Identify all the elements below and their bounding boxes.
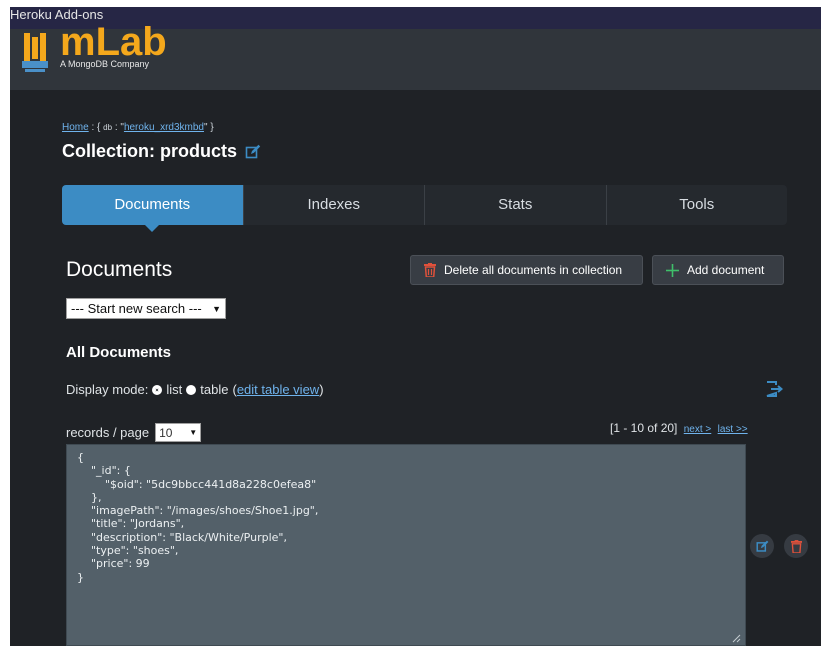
- display-mode-label: Display mode:: [66, 382, 149, 397]
- chevron-down-icon: ▼: [189, 428, 198, 437]
- delete-all-button[interactable]: Delete all documents in collection: [410, 255, 643, 285]
- pagination-last-link[interactable]: last >>: [718, 424, 748, 435]
- add-document-button[interactable]: Add document: [652, 255, 784, 285]
- mlab-logo-icon: [22, 33, 48, 72]
- delete-document-button[interactable]: [784, 534, 808, 558]
- tab-indexes[interactable]: Indexes: [244, 185, 425, 225]
- edit-icon: [755, 540, 768, 552]
- radio-table-label[interactable]: table: [200, 382, 228, 397]
- site-header: mLab A MongoDB Company: [10, 20, 821, 90]
- documents-heading: Documents: [66, 258, 173, 281]
- edit-icon[interactable]: [245, 144, 261, 160]
- document-editor[interactable]: { "_id": { "$oid": "5dc9bbcc441d8a228c0e…: [66, 444, 746, 646]
- logo-tagline: A MongoDB Company: [60, 59, 150, 69]
- pagination-range: [1 - 10 of 20]: [610, 421, 678, 435]
- page-title: Collection: products: [62, 141, 261, 162]
- breadcrumb-db-sep: : ": [112, 122, 124, 133]
- radio-table[interactable]: [186, 384, 197, 395]
- breadcrumb: Home : { db : "heroku_xrd3kmbd" }: [62, 122, 214, 133]
- paren-close: ): [319, 382, 324, 397]
- trash-icon: [424, 263, 436, 277]
- edit-table-view-link[interactable]: edit table view: [237, 382, 319, 397]
- radio-list-label[interactable]: list: [166, 382, 182, 397]
- all-documents-heading: All Documents: [66, 344, 172, 361]
- tab-stats[interactable]: Stats: [425, 185, 607, 225]
- breadcrumb-db-link[interactable]: heroku_xrd3kmbd: [124, 122, 204, 133]
- document-json[interactable]: { "_id": { "$oid": "5dc9bbcc441d8a228c0e…: [67, 445, 745, 584]
- collection-title-text: Collection: products: [62, 141, 237, 161]
- plus-icon: [666, 263, 679, 277]
- delete-all-label: Delete all documents in collection: [444, 263, 623, 277]
- breadcrumb-separator: : {: [88, 122, 104, 133]
- chevron-down-icon: ▼: [212, 303, 221, 314]
- search-select[interactable]: --- Start new search --- ▼: [66, 298, 226, 319]
- records-per-page-select[interactable]: 10 ▼: [155, 423, 202, 442]
- add-document-label: Add document: [687, 263, 765, 277]
- trash-icon: [790, 539, 802, 553]
- collection-tabs: Documents Indexes Stats Tools: [62, 185, 788, 232]
- radio-list[interactable]: [152, 384, 163, 395]
- pagination-next-link[interactable]: next >: [684, 424, 712, 435]
- search-select-value: --- Start new search ---: [71, 301, 202, 316]
- records-per-page: records / page 10 ▼: [66, 423, 202, 442]
- export-icon[interactable]: [765, 380, 783, 398]
- records-per-page-label: records / page: [66, 425, 150, 440]
- resize-grip-icon[interactable]: [731, 633, 741, 643]
- breadcrumb-closing: " }: [203, 122, 214, 133]
- display-mode: Display mode: list table (edit table vie…: [66, 382, 324, 397]
- records-per-page-value: 10: [159, 425, 173, 440]
- edit-document-button[interactable]: [750, 534, 774, 558]
- tab-tools[interactable]: Tools: [607, 185, 788, 225]
- tab-documents[interactable]: Documents: [62, 185, 244, 232]
- breadcrumb-home-link[interactable]: Home: [62, 122, 89, 133]
- pagination: [1 - 10 of 20] next > last >>: [610, 421, 748, 435]
- breadcrumb-db-key: db: [103, 123, 113, 132]
- app-window: Heroku Add-ons mLab A MongoDB Company Ho…: [10, 7, 821, 646]
